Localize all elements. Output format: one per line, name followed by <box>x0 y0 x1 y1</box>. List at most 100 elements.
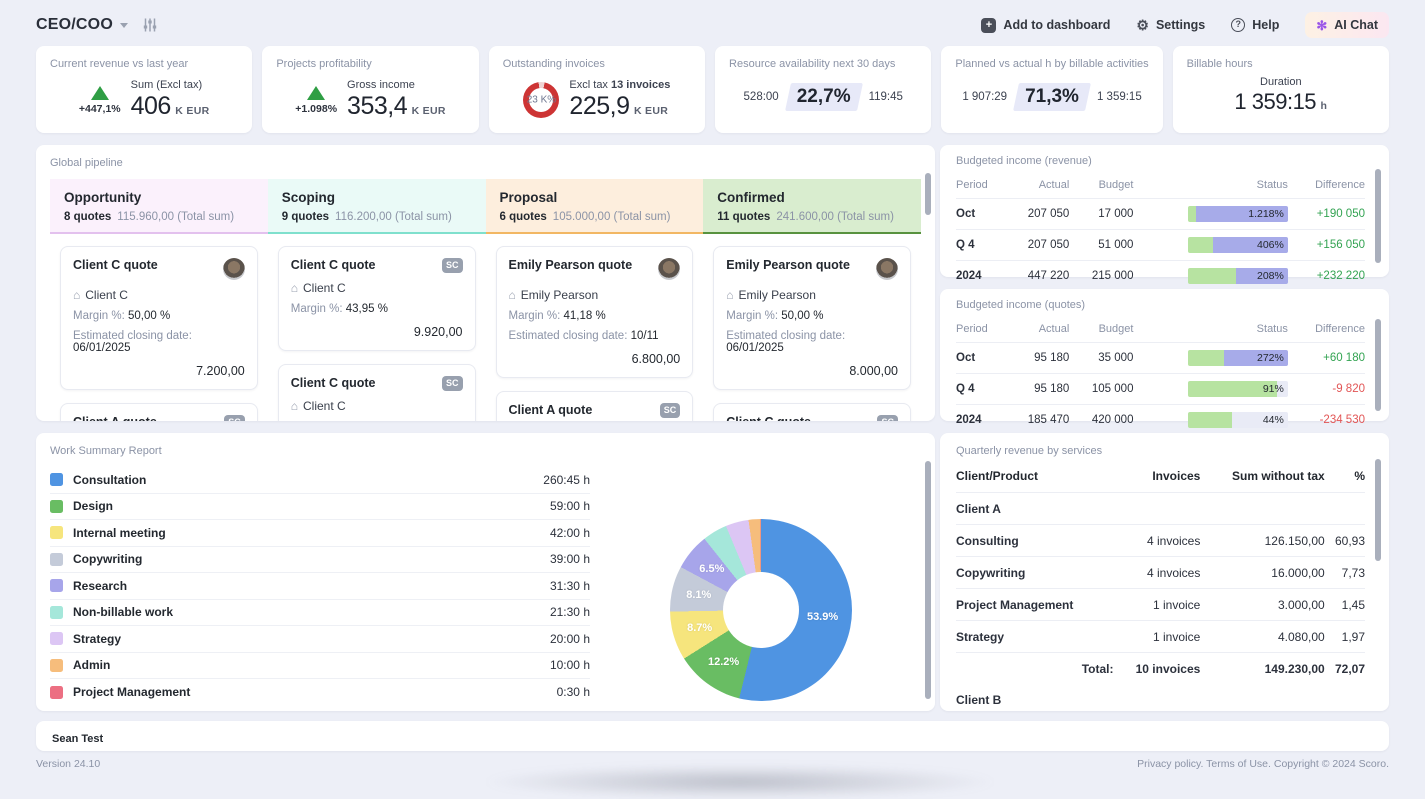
status-bar: 1.218% <box>1188 206 1288 222</box>
legend-item[interactable]: Project Management0:30 h <box>50 679 590 706</box>
pipeline-stage-proposal[interactable]: Proposal 6 quotes105.000,00 (Total sum) <box>486 179 704 234</box>
settings-label: Settings <box>1156 18 1205 32</box>
legend-item[interactable]: Research31:30 h <box>50 573 590 600</box>
sean-test-panel[interactable]: Sean Test <box>36 721 1389 751</box>
table-row[interactable]: Project Management1 invoice3.000,001,45 <box>956 589 1365 621</box>
col-percent[interactable]: % <box>1325 461 1365 493</box>
chevron-down-icon[interactable] <box>120 23 128 28</box>
kpi-outstanding-invoices[interactable]: Outstanding invoices 23 K% Excl tax 13 i… <box>489 46 705 133</box>
kpi-current-revenue[interactable]: Current revenue vs last year +447,1% Sum… <box>36 46 252 133</box>
budget-quotes-table: Period Actual Budget Status Difference O… <box>956 317 1365 435</box>
panel-scrollbar[interactable] <box>1375 169 1381 263</box>
kpi-sublabel: Excl tax <box>569 79 608 91</box>
legend-hours: 0:30 h <box>557 685 590 699</box>
quote-card[interactable]: Client C quote ⌂Client C Margin %: 50,00… <box>60 246 258 390</box>
legend-hours: 21:30 h <box>550 605 590 619</box>
kpi-billable-hours[interactable]: Billable hours Duration 1 359:15 h <box>1173 46 1389 133</box>
col-difference[interactable]: Difference <box>1288 317 1365 343</box>
pipeline-headers: Opportunity 8 quotes115.960,00 (Total su… <box>50 179 921 234</box>
quote-card[interactable]: Client A quoteSC ⌂Client A <box>496 391 694 421</box>
ai-sparkle-icon: ✻ <box>1316 19 1327 32</box>
settings-button[interactable]: ⚙ Settings <box>1136 18 1205 32</box>
legend-label: Strategy <box>73 632 121 646</box>
col-status[interactable]: Status <box>1133 317 1287 343</box>
add-to-dashboard-button[interactable]: + Add to dashboard <box>981 18 1110 33</box>
client-b-link[interactable]: Client B <box>956 684 1365 711</box>
table-row[interactable]: Q 495 180105 000 91% -9 820 <box>956 374 1365 405</box>
quote-card[interactable]: Client A quoteSC ⌂Client A <box>60 403 258 421</box>
pipeline-column-proposal: Emily Pearson quote ⌂Emily Pearson Margi… <box>486 234 704 421</box>
legend-label: Consultation <box>73 473 146 487</box>
pipeline-stage-scoping[interactable]: Scoping 9 quotes116.200,00 (Total sum) <box>268 179 486 234</box>
work-summary-donut-chart[interactable]: 53.9%12.2%8.7%8.1%6.5% <box>670 519 852 701</box>
panel-title: Quarterly revenue by services <box>956 445 1365 457</box>
donut-slice-label: 53.9% <box>807 611 838 623</box>
pipeline-stage-confirmed[interactable]: Confirmed 11 quotes241.600,00 (Total sum… <box>703 179 921 234</box>
quote-card[interactable]: Client C quoteSC ⌂Client C <box>713 403 911 421</box>
quote-card[interactable]: Emily Pearson quote ⌂Emily Pearson Margi… <box>713 246 911 390</box>
panel-title: Budgeted income (revenue) <box>956 155 1365 167</box>
col-actual[interactable]: Actual <box>1005 317 1069 343</box>
panel-scrollbar[interactable] <box>1375 459 1381 561</box>
dashboard-title[interactable]: CEO/COO <box>36 16 113 34</box>
kpi-delta: +1.098% <box>295 103 337 115</box>
avatar <box>223 258 245 280</box>
pipeline-scrollbar[interactable] <box>925 173 931 215</box>
legend-hours: 20:00 h <box>550 632 590 646</box>
col-difference[interactable]: Difference <box>1288 173 1365 199</box>
col-sum-without-tax[interactable]: Sum without tax <box>1200 461 1324 493</box>
status-bar: 44% <box>1188 412 1288 428</box>
legend-item[interactable]: Copywriting39:00 h <box>50 547 590 574</box>
legend-color-swatch <box>50 500 63 513</box>
legend-label: Copywriting <box>73 552 142 566</box>
donut-slice-label: 6.5% <box>699 563 724 575</box>
kpi-invoice-count: 13 invoices <box>611 79 670 91</box>
ai-chat-button[interactable]: ✻ AI Chat <box>1305 12 1389 38</box>
table-row[interactable]: Consulting4 invoices126.150,0060,93 <box>956 525 1365 557</box>
legend-color-swatch <box>50 606 63 619</box>
col-period[interactable]: Period <box>956 173 1005 199</box>
legal-links[interactable]: Privacy policy. Terms of Use. Copyright … <box>1137 758 1389 770</box>
panel-scrollbar[interactable] <box>925 461 931 699</box>
legend-item[interactable]: Design59:00 h <box>50 494 590 521</box>
quote-card[interactable]: Emily Pearson quote ⌂Emily Pearson Margi… <box>496 246 694 378</box>
client-a-link[interactable]: Client A <box>956 493 1365 525</box>
filter-sliders-icon[interactable] <box>142 17 158 33</box>
help-button[interactable]: ? Help <box>1231 18 1279 32</box>
panel-title: Work Summary Report <box>50 445 921 457</box>
col-actual[interactable]: Actual <box>1005 173 1069 199</box>
kpi-planned-vs-actual[interactable]: Planned vs actual h by billable activiti… <box>941 46 1162 133</box>
kpi-sublabel: Gross income <box>347 79 446 91</box>
quote-card[interactable]: Client C quoteSC ⌂Client C Margin %: 43,… <box>278 246 476 351</box>
table-row[interactable]: Strategy1 invoice4.080,001,97 <box>956 621 1365 653</box>
pipeline-stage-opportunity[interactable]: Opportunity 8 quotes115.960,00 (Total su… <box>50 179 268 234</box>
col-period[interactable]: Period <box>956 317 1005 343</box>
table-row[interactable]: Q 4207 05051 000 406% +156 050 <box>956 230 1365 261</box>
kpi-projects-profitability[interactable]: Projects profitability +1.098% Gross inc… <box>262 46 478 133</box>
table-row[interactable]: 2024185 470420 000 44% -234 530 <box>956 405 1365 436</box>
quote-card[interactable]: Client C quoteSC ⌂Client C Margin %: 50,… <box>278 364 476 421</box>
legend-color-swatch <box>50 632 63 645</box>
col-budget[interactable]: Budget <box>1069 173 1133 199</box>
legend-item[interactable]: Non-billable work21:30 h <box>50 600 590 627</box>
legend-item[interactable]: Admin10:00 h <box>50 653 590 680</box>
col-budget[interactable]: Budget <box>1069 317 1133 343</box>
legend-item[interactable]: Consultation260:45 h <box>50 467 590 494</box>
trend-up-icon <box>307 86 325 100</box>
table-row[interactable]: Copywriting4 invoices16.000,007,73 <box>956 557 1365 589</box>
table-row[interactable]: Oct95 18035 000 272% +60 180 <box>956 343 1365 374</box>
kpi-resource-availability[interactable]: Resource availability next 30 days 528:0… <box>715 46 931 133</box>
legend-color-swatch <box>50 473 63 486</box>
legend-item[interactable]: Strategy 20:00 h <box>50 626 590 653</box>
legend-item[interactable]: Internal meeting42:00 h <box>50 520 590 547</box>
table-row[interactable]: 2024447 220215 000 208% +232 220 <box>956 261 1365 292</box>
legend-hours: 31:30 h <box>550 579 590 593</box>
col-status[interactable]: Status <box>1133 173 1287 199</box>
col-invoices[interactable]: Invoices <box>1114 461 1201 493</box>
legend-label: Admin <box>73 658 110 672</box>
table-row[interactable]: Oct207 05017 000 1.218% +190 050 <box>956 199 1365 230</box>
kpi-value: 353,4 <box>347 92 407 120</box>
status-bar: 406% <box>1188 237 1288 253</box>
panel-scrollbar[interactable] <box>1375 319 1381 411</box>
col-client-product[interactable]: Client/Product <box>956 461 1114 493</box>
